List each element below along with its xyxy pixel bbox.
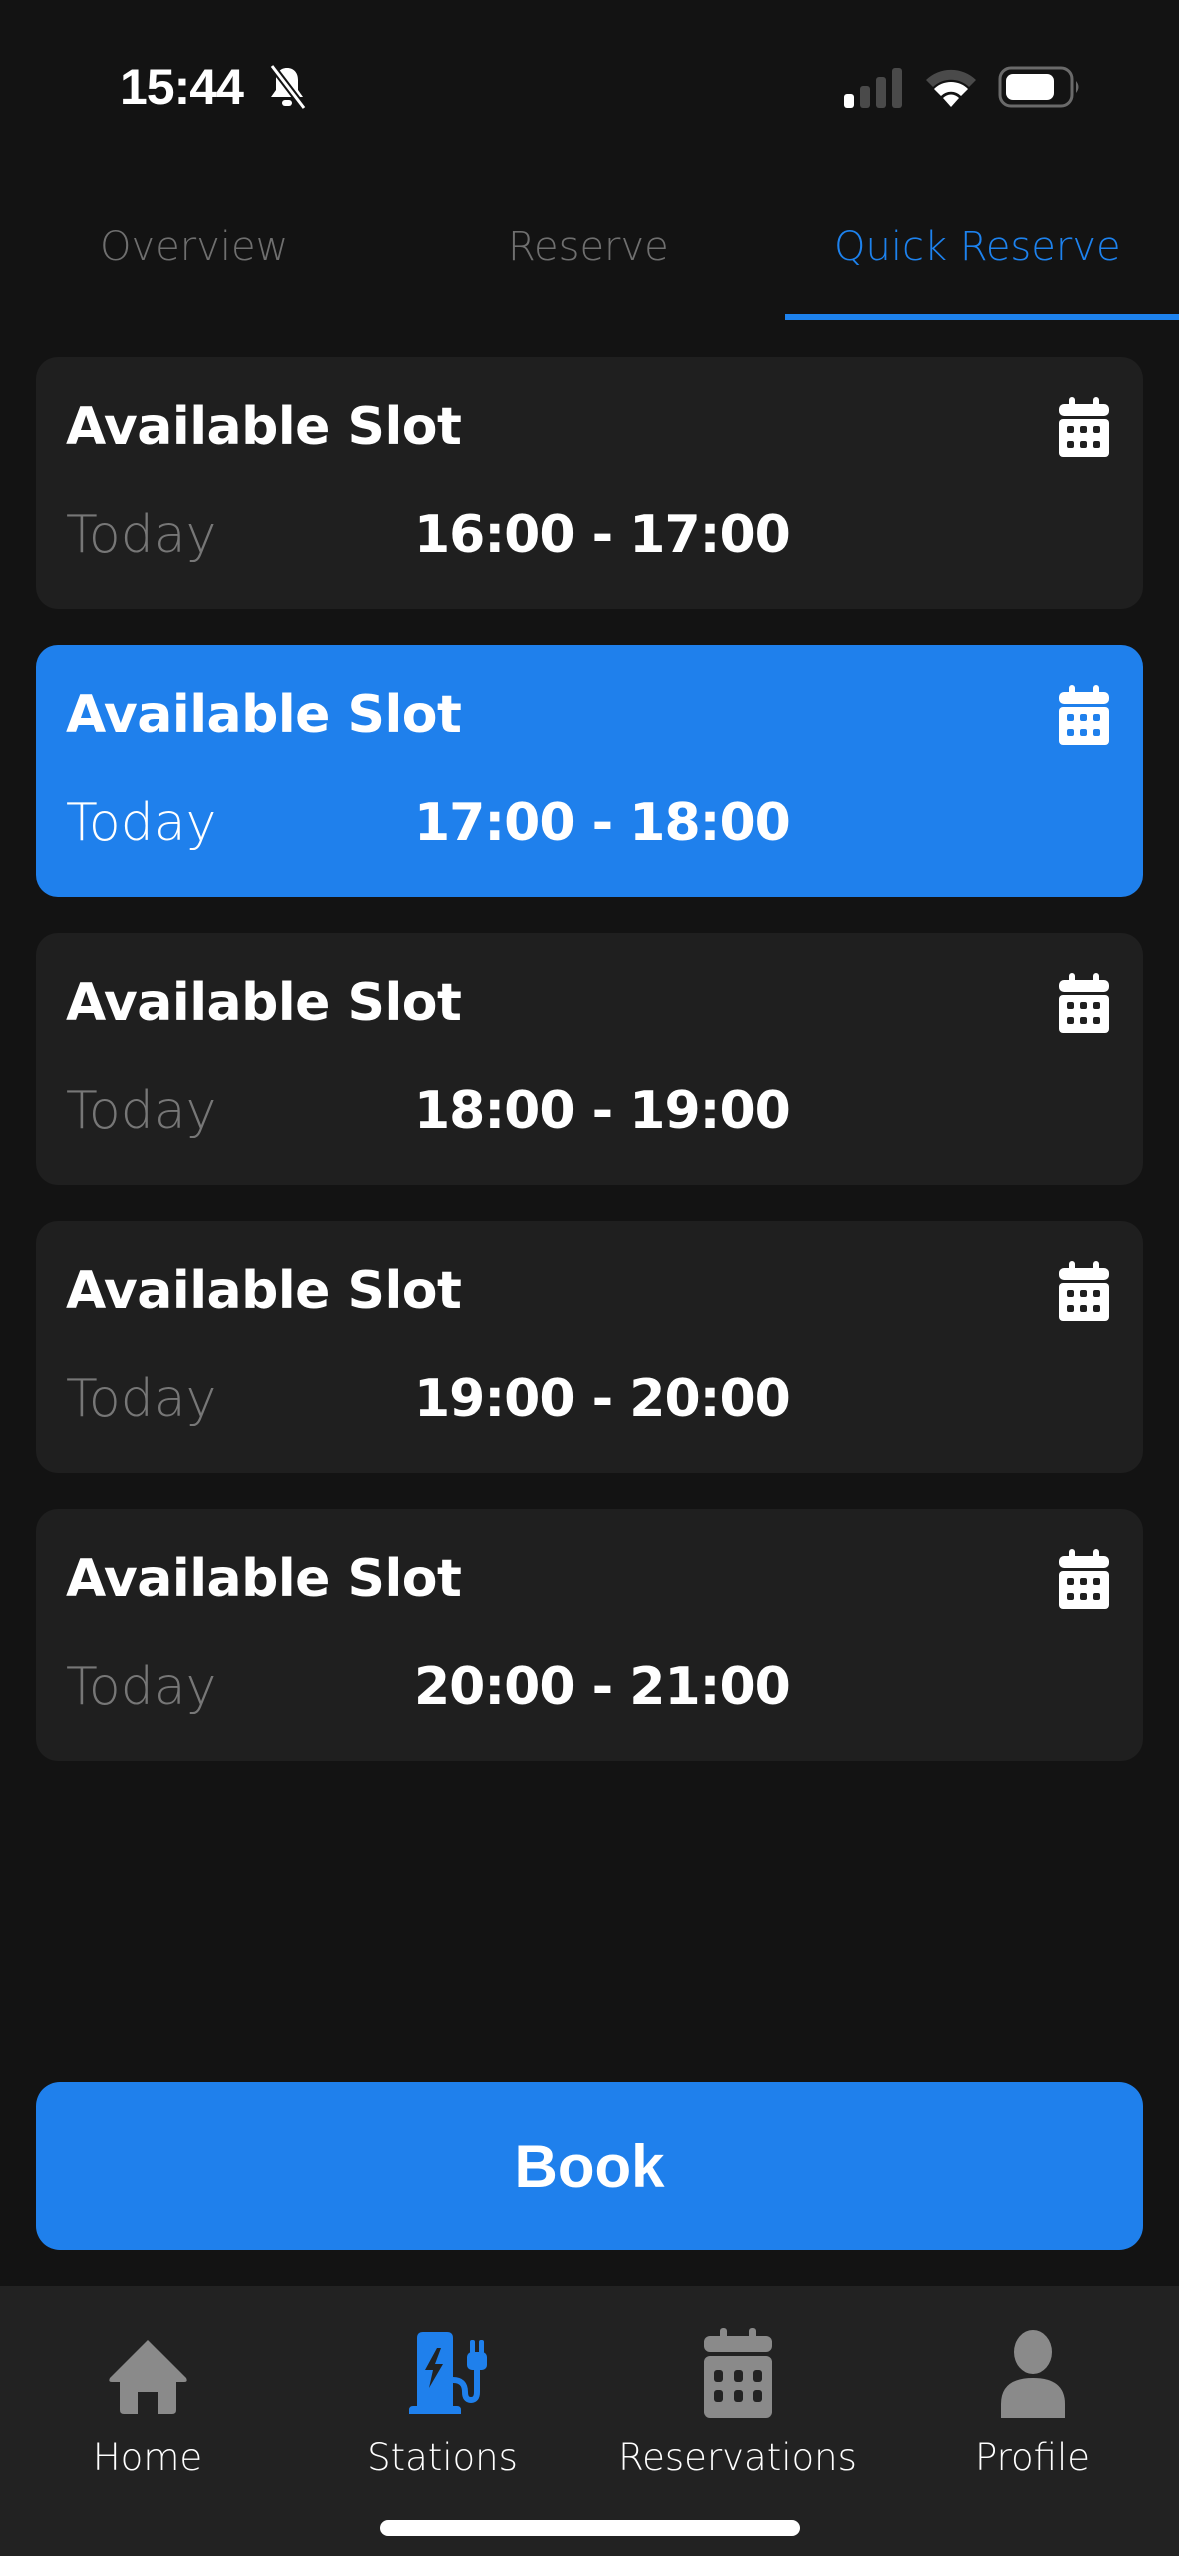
tab-quick-reserve[interactable]: Quick Reserve: [834, 224, 1121, 270]
battery-icon: [998, 66, 1079, 108]
cellular-signal-icon: [844, 68, 902, 108]
bottom-nav: Home Stations Reservations Profile: [0, 2286, 1179, 2556]
nav-item-home[interactable]: Home: [0, 2286, 295, 2486]
calendar-icon: [703, 2328, 772, 2418]
slot-card-selected[interactable]: Available Slot Today 17:00 - 18:00: [36, 645, 1143, 897]
home-icon: [108, 2340, 187, 2414]
calendar-icon: [1059, 973, 1109, 1033]
slot-card[interactable]: Available Slot Today 19:00 - 20:00: [36, 1221, 1143, 1473]
nav-item-reservations[interactable]: Reservations: [590, 2286, 885, 2486]
slot-title: Available Slot: [66, 973, 462, 1033]
nav-label: Reservations: [618, 2436, 857, 2479]
slot-time: 16:00 - 17:00: [414, 505, 791, 565]
nav-label: Profile: [974, 2436, 1091, 2479]
slot-list: Available Slot Today 16:00 - 17:00 Avail…: [36, 357, 1143, 1797]
wifi-icon: [926, 69, 976, 107]
calendar-icon: [1059, 397, 1109, 457]
slot-title: Available Slot: [66, 1549, 462, 1609]
home-indicator[interactable]: [380, 2520, 800, 2536]
nav-label: Home: [92, 2436, 203, 2479]
active-tab-indicator: [785, 314, 1179, 320]
tab-reserve[interactable]: Reserve: [508, 224, 669, 270]
nav-label: Stations: [367, 2436, 518, 2479]
slot-day: Today: [66, 1081, 217, 1141]
slot-title: Available Slot: [66, 1261, 462, 1321]
slot-day: Today: [66, 505, 217, 565]
slot-card[interactable]: Available Slot Today 20:00 - 21:00: [36, 1509, 1143, 1761]
slot-time: 18:00 - 19:00: [414, 1081, 791, 1141]
slot-title: Available Slot: [66, 685, 462, 745]
slot-time: 17:00 - 18:00: [414, 793, 791, 853]
slot-time: 19:00 - 20:00: [414, 1369, 791, 1429]
calendar-icon: [1059, 1549, 1109, 1609]
status-time: 15:44: [120, 59, 244, 115]
tab-bar: Overview Reserve Quick Reserve: [0, 200, 1179, 322]
slot-card[interactable]: Available Slot Today 18:00 - 19:00: [36, 933, 1143, 1185]
slot-day: Today: [66, 1657, 217, 1717]
tab-overview[interactable]: Overview: [100, 224, 288, 270]
person-icon: [1000, 2330, 1065, 2418]
slot-day: Today: [66, 793, 217, 853]
slot-card[interactable]: Available Slot Today 16:00 - 17:00: [36, 357, 1143, 609]
slot-time: 20:00 - 21:00: [414, 1657, 791, 1717]
nav-item-stations[interactable]: Stations: [295, 2286, 590, 2486]
slot-title: Available Slot: [66, 397, 462, 457]
book-button[interactable]: Book: [36, 2082, 1143, 2250]
nav-item-profile[interactable]: Profile: [885, 2286, 1179, 2486]
slot-day: Today: [66, 1369, 217, 1429]
calendar-icon: [1059, 1261, 1109, 1321]
calendar-icon: [1059, 685, 1109, 745]
status-bar: 15:44: [0, 0, 1179, 170]
ev-station-icon: [408, 2332, 487, 2414]
bell-slash-icon: [269, 64, 307, 110]
